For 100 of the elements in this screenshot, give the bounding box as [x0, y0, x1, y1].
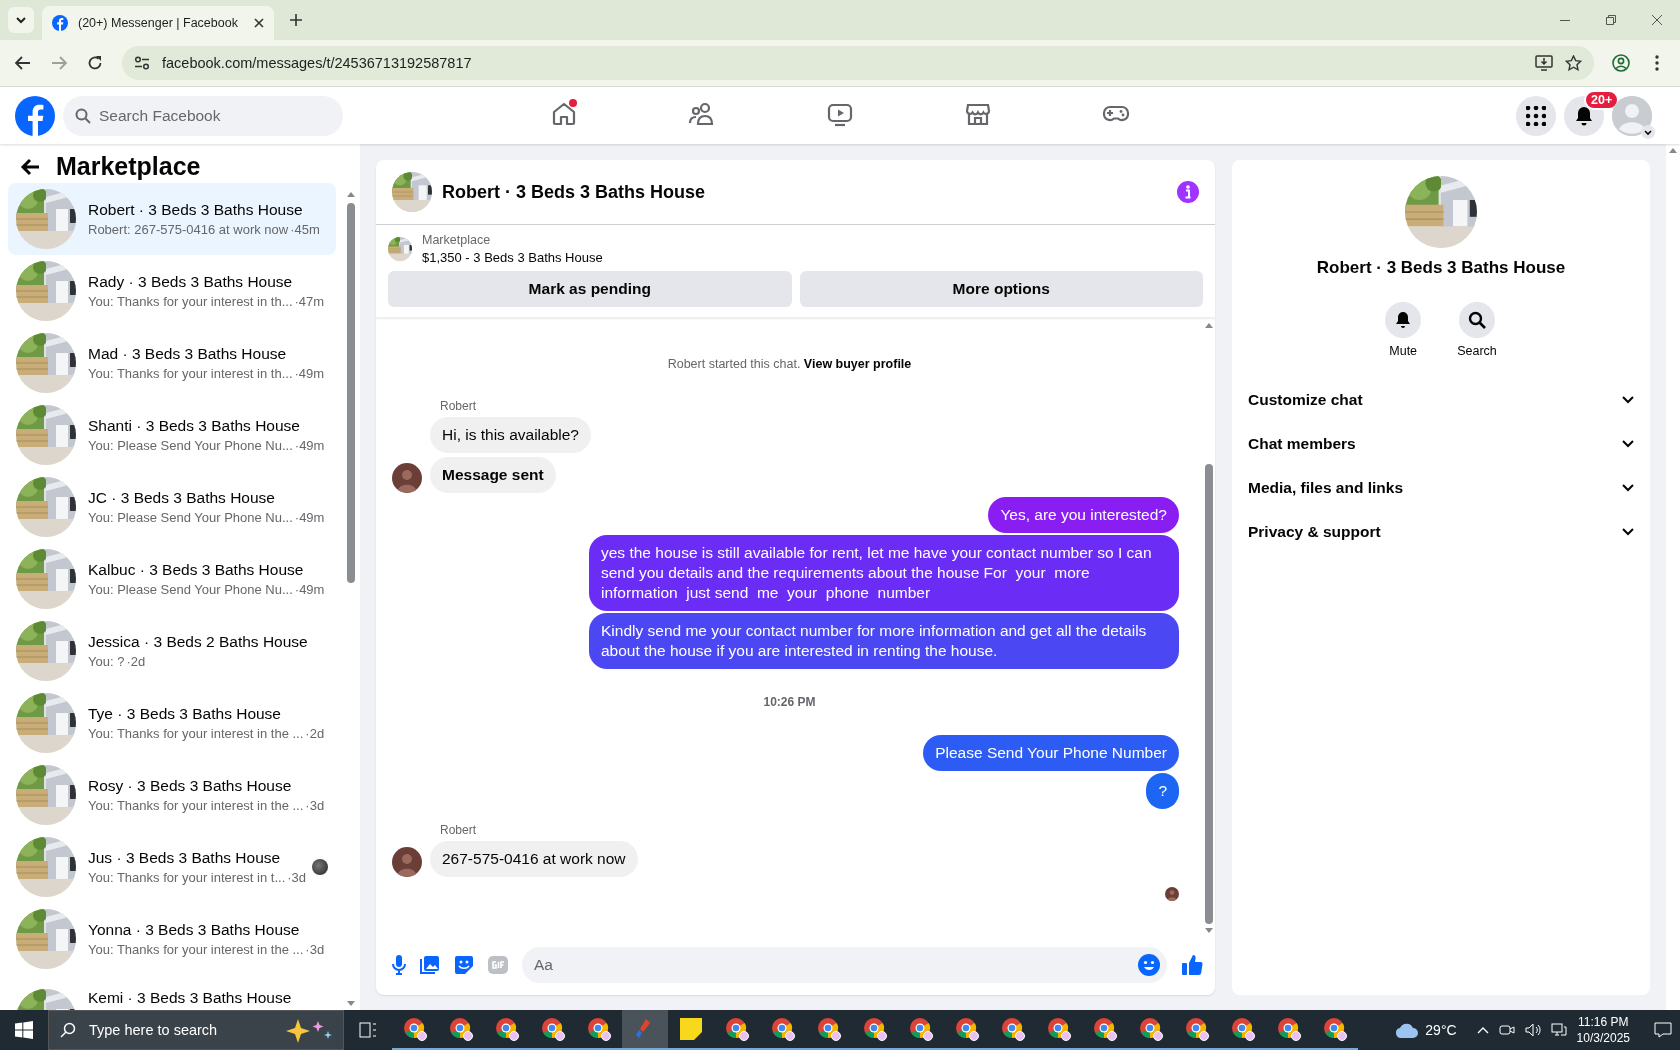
- section-header[interactable]: Privacy & support: [1248, 510, 1634, 554]
- conversation-title: Yonna · 3 Beds 3 Baths House: [88, 921, 301, 939]
- chrome-icon: [1277, 1017, 1301, 1041]
- chrome-icon: [1185, 1017, 1209, 1041]
- search-field[interactable]: Search Facebook: [63, 95, 343, 136]
- bell-icon: [1394, 311, 1413, 329]
- back-arrow-icon[interactable]: [20, 157, 40, 176]
- conversation-item[interactable]: Mad · 3 Beds 3 Baths House You: Thanks for your interest in th...·49m: [8, 327, 336, 399]
- conversation-item[interactable]: Tye · 3 Beds 3 Baths House You: Thanks for your interest in the ...·2d: [8, 687, 336, 759]
- sticky-notes-icon: [680, 1018, 702, 1040]
- message-time: ·3d: [305, 798, 325, 813]
- action-button[interactable]: Mark as pending: [388, 271, 792, 307]
- search-icon: [75, 107, 91, 124]
- close-icon[interactable]: [254, 18, 264, 28]
- network-icon[interactable]: [1550, 1023, 1567, 1037]
- conversation-item[interactable]: Rady · 3 Beds 3 Baths House You: Thanks for your interest in th...·47m: [8, 255, 336, 327]
- chrome-icon: [771, 1017, 795, 1041]
- url-text: facebook.com/messages/t/24536713192587817: [162, 55, 473, 71]
- thumbs-up-icon[interactable]: [1181, 954, 1203, 976]
- info-icon[interactable]: [1177, 181, 1199, 203]
- listing-title: $1,350 - 3 Beds 3 Baths House: [422, 250, 603, 265]
- message-time: ·2d: [126, 654, 146, 669]
- menu-button[interactable]: [1516, 95, 1556, 136]
- tab-search-button[interactable]: [8, 7, 34, 33]
- chrome-icon: [449, 1017, 473, 1041]
- chrome-icon: [495, 1017, 519, 1041]
- message-bubble: Yes, are you interested?: [988, 497, 1179, 533]
- view-profile-link[interactable]: View buyer profile: [803, 357, 912, 371]
- photo-icon[interactable]: [420, 955, 440, 975]
- search-icon: [60, 1022, 76, 1038]
- scroll-down-icon[interactable]: [1205, 928, 1213, 933]
- message-bubble: ?: [1146, 773, 1179, 809]
- conversation-title: Tye · 3 Beds 3 Baths House: [88, 705, 282, 723]
- restore-icon: [1606, 15, 1616, 25]
- conversation-title: Rosy · 3 Beds 3 Baths House: [88, 777, 293, 795]
- notification-badge: 20+: [1584, 89, 1620, 110]
- address-bar[interactable]: facebook.com/messages/t/24536713192587817: [122, 46, 1594, 80]
- emoji-icon[interactable]: [1138, 954, 1160, 976]
- chrome-icon: [1231, 1017, 1255, 1041]
- taskbar-search-field[interactable]: Type here to search: [48, 1010, 344, 1050]
- message-time: ·47m: [294, 294, 325, 309]
- message-bubble: 267-575-0416 at work now: [430, 841, 638, 877]
- scroll-up-icon[interactable]: [1205, 323, 1213, 328]
- section-header[interactable]: Chat members: [1248, 422, 1634, 466]
- notification-center-icon[interactable]: [1654, 1022, 1672, 1038]
- star-icon[interactable]: [1565, 55, 1582, 71]
- message-bubble: Message sent: [430, 457, 556, 493]
- message-time: ·49m: [294, 510, 325, 525]
- conversation-title: Kalbuc · 3 Beds 3 Baths House: [88, 561, 305, 579]
- conversation-item[interactable]: Rosy · 3 Beds 3 Baths House You: Thanks for your interest in the ...·3d: [8, 759, 336, 831]
- conversation-title: Rady · 3 Beds 3 Baths House: [88, 273, 294, 291]
- scroll-up-icon[interactable]: [347, 192, 355, 197]
- message-preview: You: ?: [88, 654, 125, 669]
- clock-time: 11:16 PM: [1578, 1014, 1629, 1030]
- install-app-icon[interactable]: [1535, 55, 1553, 71]
- more-vertical-icon: [1655, 55, 1659, 71]
- conversation-item[interactable]: Kalbuc · 3 Beds 3 Baths House You: Please Send Your Phone Nu...·49m: [8, 543, 336, 615]
- microphone-icon[interactable]: [392, 955, 406, 975]
- account-button[interactable]: [1612, 95, 1652, 136]
- speaker-icon[interactable]: [1524, 1023, 1541, 1037]
- conversation-item[interactable]: Yonna · 3 Beds 3 Baths House You: Thanks for your interest in the ...·3d: [8, 903, 336, 975]
- chrome-icon: [955, 1017, 979, 1041]
- camera-icon[interactable]: [1498, 1022, 1515, 1038]
- scrollbar-thumb[interactable]: [347, 203, 355, 583]
- chevron-down-icon: [16, 16, 26, 24]
- scrollbar-thumb[interactable]: [1205, 464, 1213, 924]
- message-time: ·49m: [294, 438, 325, 453]
- message-time: ·49m: [294, 366, 325, 381]
- sticker-icon[interactable]: [454, 955, 474, 975]
- close-icon: [1652, 15, 1662, 25]
- forward-arrow-icon: [51, 56, 67, 70]
- conversation-item[interactable]: JC · 3 Beds 3 Baths House You: Please Send Your Phone Nu...·49m: [8, 471, 336, 543]
- facebook-logo[interactable]: [15, 95, 55, 136]
- message-preview: You: Please Send Your Phone Nu...: [88, 438, 293, 453]
- conversation-item[interactable]: Robert · 3 Beds 3 Baths House Robert: 267-575-0416 at work now·45m: [8, 183, 336, 255]
- conversation-item[interactable]: Jessica · 3 Beds 2 Baths House You: ?·2d: [8, 615, 336, 687]
- conversation-title: Kemi · 3 Beds 3 Baths House: [88, 989, 293, 1007]
- action-button[interactable]: More options: [799, 271, 1203, 307]
- chrome-icon: [863, 1017, 887, 1041]
- message-time: ·49m: [294, 582, 325, 597]
- message-preview: You: Please Send Your Phone Nu...: [88, 510, 293, 525]
- sidebar-title: Marketplace: [56, 152, 201, 181]
- chevron-up-icon[interactable]: [1476, 1026, 1489, 1034]
- message-input[interactable]: Aa: [522, 947, 1167, 983]
- scroll-down-icon[interactable]: [347, 1001, 355, 1006]
- conversation-title: Shanti · 3 Beds 3 Baths House: [88, 417, 301, 435]
- site-settings-icon: [134, 56, 150, 70]
- conversation-item[interactable]: Shanti · 3 Beds 3 Baths House You: Please Send Your Phone Nu...·49m: [8, 399, 336, 471]
- section-header[interactable]: Media, files and links: [1248, 466, 1634, 510]
- message-preview: You: Please Send Your Phone Nu...: [88, 582, 293, 597]
- message-time: ·3d: [287, 870, 307, 885]
- message-bubble: Please Send Your Phone Number: [923, 735, 1179, 771]
- chrome-icon: [725, 1017, 749, 1041]
- conversation-title: Jessica · 3 Beds 2 Baths House: [88, 633, 309, 651]
- chrome-icon: [403, 1017, 427, 1041]
- section-header[interactable]: Customize chat: [1248, 378, 1634, 422]
- scroll-up-icon[interactable]: [1669, 148, 1677, 153]
- browser-tab[interactable]: (20+) Messenger | Facebook: [42, 6, 274, 40]
- conversation-item[interactable]: Jus · 3 Beds 3 Baths House You: Thanks for your interest in t...·3d: [8, 831, 336, 903]
- task-view-icon: [359, 1022, 377, 1038]
